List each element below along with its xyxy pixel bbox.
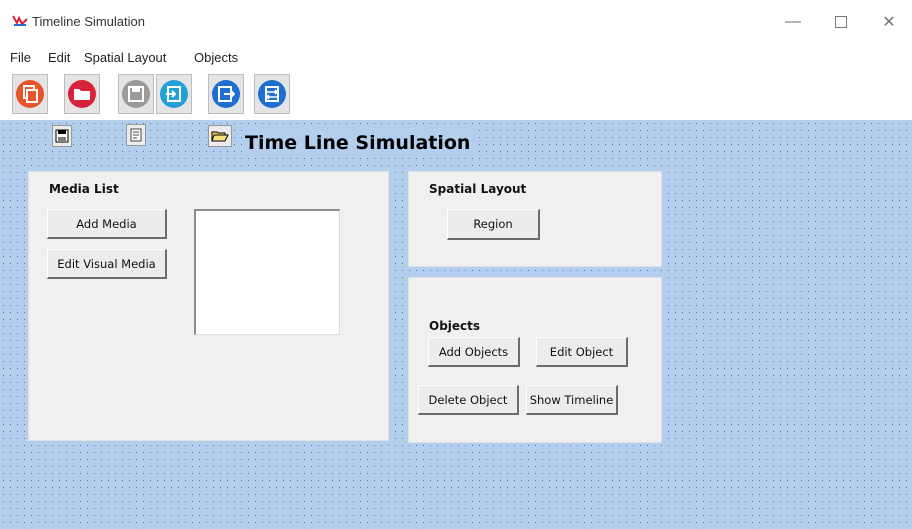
menu-bar: File Edit Spatial Layout Objects — [0, 42, 912, 70]
region-button[interactable]: Region — [447, 209, 540, 240]
title-bar: Timeline Simulation — ✕ — [0, 0, 912, 42]
menu-edit[interactable]: Edit — [48, 50, 70, 65]
save-button[interactable] — [118, 74, 154, 114]
save-icon — [122, 80, 150, 108]
media-listbox[interactable] — [194, 209, 340, 335]
objects-title: Objects — [429, 319, 481, 333]
menu-objects[interactable]: Objects — [194, 50, 238, 65]
save-layout-button[interactable] — [52, 125, 72, 147]
export-button[interactable] — [208, 74, 244, 114]
delete-object-button[interactable]: Delete Object — [418, 385, 519, 415]
media-list-title: Media List — [49, 182, 119, 196]
import-icon — [160, 80, 188, 108]
copy-button[interactable] — [12, 74, 48, 114]
close-button[interactable]: ✕ — [866, 8, 912, 36]
floppy-icon — [55, 129, 69, 143]
maximize-button[interactable] — [818, 8, 864, 36]
close-icon: ✕ — [882, 14, 896, 31]
page-title: Time Line Simulation — [242, 130, 474, 156]
open-folder-icon — [211, 131, 229, 142]
folder-icon — [68, 80, 96, 108]
window-title: Timeline Simulation — [32, 14, 145, 29]
menu-file[interactable]: File — [10, 50, 31, 65]
app-logo-icon — [12, 15, 28, 26]
properties-icon — [130, 128, 142, 142]
minimize-icon: — — [785, 13, 801, 30]
transfer-icon — [258, 80, 286, 108]
open-layout-button[interactable] — [208, 125, 232, 147]
open-button[interactable] — [64, 74, 100, 114]
transfer-button[interactable] — [254, 74, 290, 114]
import-button[interactable] — [156, 74, 192, 114]
spatial-layout-title: Spatial Layout — [429, 182, 527, 196]
menu-spatial-layout[interactable]: Spatial Layout — [84, 50, 166, 65]
properties-button[interactable] — [126, 124, 146, 146]
add-objects-button[interactable]: Add Objects — [428, 337, 520, 367]
minimize-button[interactable]: — — [770, 8, 816, 36]
media-list-panel: Media List Add Media Edit Visual Media — [28, 171, 389, 441]
add-media-button[interactable]: Add Media — [47, 209, 167, 239]
edit-object-button[interactable]: Edit Object — [536, 337, 628, 367]
spatial-layout-panel: Spatial Layout Region — [408, 171, 662, 267]
maximize-icon — [835, 16, 847, 28]
objects-panel: Objects Add Objects Edit Object Delete O… — [408, 277, 662, 443]
copy-icon — [16, 80, 44, 108]
show-timeline-button[interactable]: Show Timeline — [526, 385, 618, 415]
edit-visual-media-button[interactable]: Edit Visual Media — [47, 249, 167, 279]
export-icon — [212, 80, 240, 108]
